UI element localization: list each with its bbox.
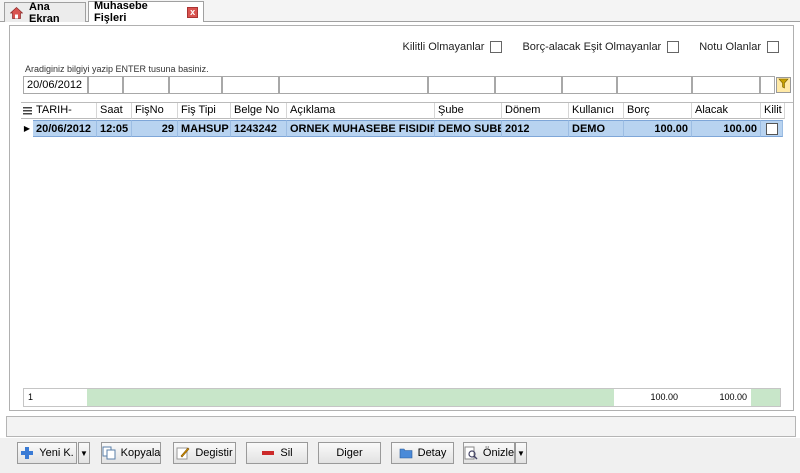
column-header-sube[interactable]: Şube — [435, 103, 502, 119]
filter-input-belgeno[interactable] — [222, 76, 279, 94]
column-header-donem[interactable]: Dönem — [502, 103, 569, 119]
column-header-borc[interactable]: Borç — [624, 103, 692, 119]
cell-sube[interactable]: DEMO SUBE — [435, 120, 502, 137]
diger-button[interactable]: Diger — [318, 442, 381, 464]
filter-input-borc[interactable] — [617, 76, 692, 94]
data-grid: TARIH- Saat FişNo Fiş Tipi Belge No Açık… — [21, 102, 793, 382]
kopyala-label: Kopyala — [120, 447, 161, 459]
filter-borc-alacak-checkbox[interactable] — [667, 41, 680, 53]
column-header-fistipi[interactable]: Fiş Tipi — [178, 103, 231, 119]
tab-label: Muhasebe Fişleri — [94, 0, 148, 24]
edit-icon — [176, 446, 190, 460]
column-header-tarih[interactable]: TARIH- — [33, 103, 97, 119]
degistir-label: Degistir — [195, 447, 233, 459]
filter-input-kilit[interactable] — [760, 76, 775, 94]
column-header-kilit[interactable]: Kilit — [761, 103, 785, 119]
preview-icon — [464, 446, 478, 460]
yeni-kayit-dropdown[interactable]: ▼ — [78, 442, 90, 464]
close-icon[interactable]: x — [187, 6, 198, 18]
filter-notu-label: Notu Olanlar — [699, 41, 761, 53]
plus-icon — [20, 446, 34, 460]
filter-input-alacak[interactable] — [692, 76, 760, 94]
cell-aciklama[interactable]: ORNEK MUHASEBE FISIDIR — [287, 120, 435, 137]
summary-borc: 100.00 — [650, 392, 678, 402]
folder-icon — [399, 446, 413, 460]
current-row-indicator-icon: ▶ — [23, 124, 31, 133]
cell-kullanici[interactable]: DEMO — [569, 120, 624, 137]
column-header-saat[interactable]: Saat — [97, 103, 132, 119]
sil-button[interactable]: Sil — [246, 442, 308, 464]
copy-icon — [102, 446, 116, 460]
tab-muhasebe-fisleri[interactable]: Muhasebe Fişleri x — [88, 0, 204, 24]
column-filter-row: 20/06/2012 — [23, 76, 775, 94]
filter-clear-button[interactable] — [776, 77, 791, 93]
column-chooser-icon[interactable] — [21, 103, 33, 119]
summary-spacer — [87, 389, 614, 406]
filter-input-donem[interactable] — [495, 76, 562, 94]
detay-button[interactable]: Detay — [391, 442, 454, 464]
filter-notu[interactable]: Notu Olanlar — [699, 41, 779, 53]
filter-input-tarih[interactable]: 20/06/2012 — [23, 76, 88, 94]
filter-kilitli-checkbox[interactable] — [490, 41, 503, 53]
filter-kilitli-label: Kilitli Olmayanlar — [402, 41, 485, 53]
filter-kilitli[interactable]: Kilitli Olmayanlar — [403, 41, 503, 53]
filter-input-kullanici[interactable] — [562, 76, 617, 94]
delete-icon — [261, 446, 275, 460]
filter-input-saat[interactable] — [88, 76, 123, 94]
summary-end — [751, 389, 780, 406]
column-header-aciklama[interactable]: Açıklama — [287, 103, 435, 119]
column-header-belgeno[interactable]: Belge No — [231, 103, 287, 119]
filter-icon — [778, 78, 789, 92]
tab-label: Ana Ekran — [29, 0, 60, 25]
onizle-dropdown[interactable]: ▼ — [515, 442, 527, 464]
kopyala-button[interactable]: Kopyala — [101, 442, 161, 464]
degistir-button[interactable]: Degistir — [173, 442, 236, 464]
onizle-label: Önizle — [482, 447, 515, 459]
main-panel: Kilitli Olmayanlar Borç-alacak Eşit Olma… — [9, 25, 794, 411]
cell-borc[interactable]: 100.00 — [624, 120, 692, 137]
yeni-kayit-label: Yeni K. — [39, 447, 74, 459]
grid-summary-footer: 1 100.00 100.00 — [23, 388, 781, 407]
button-bar: Yeni K. ▼ Kopyala Degistir Sil Diger Det… — [0, 438, 800, 473]
cell-fisno[interactable]: 29 — [132, 120, 178, 137]
filter-input-aciklama[interactable] — [279, 76, 428, 94]
onizle-button[interactable]: Önizle — [463, 442, 515, 464]
detay-label: Detay — [417, 447, 447, 459]
cell-kilit-checkbox[interactable] — [766, 123, 778, 135]
cell-donem[interactable]: 2012 — [502, 120, 569, 137]
cell-fistipi[interactable]: MAHSUP — [178, 120, 231, 137]
tab-bar: Ana Ekran Muhasebe Fişleri x — [0, 0, 800, 25]
column-header-fisno[interactable]: FişNo — [132, 103, 178, 119]
cell-tarih[interactable]: 20/06/2012 — [33, 120, 97, 137]
summary-count: 1 — [28, 392, 34, 402]
yeni-kayit-button[interactable]: Yeni K. — [17, 442, 77, 464]
sil-label: Sil — [280, 447, 293, 459]
diger-label: Diger — [336, 447, 363, 459]
column-header-alacak[interactable]: Alacak — [692, 103, 761, 119]
home-icon — [10, 6, 23, 19]
cell-saat[interactable]: 12:05 — [97, 120, 132, 137]
filter-borc-alacak[interactable]: Borç-alacak Eşit Olmayanlar — [522, 41, 680, 53]
cell-alacak[interactable]: 100.00 — [692, 120, 761, 137]
table-row[interactable]: ▶ 20/06/2012 12:05 29 MAHSUP 1243242 ORN… — [21, 120, 783, 137]
tab-ana-ekran[interactable]: Ana Ekran — [4, 0, 86, 25]
search-hint: Aradiginiz bilgiyi yazip ENTER tusuna ba… — [25, 64, 209, 74]
column-header-kullanici[interactable]: Kullanıcı — [569, 103, 624, 119]
filter-notu-checkbox[interactable] — [767, 41, 779, 53]
filter-borc-alacak-label: Borç-alacak Eşit Olmayanlar — [522, 41, 662, 53]
filter-input-fisno[interactable] — [123, 76, 169, 94]
filter-input-sube[interactable] — [428, 76, 495, 94]
cell-belgeno[interactable]: 1243242 — [231, 120, 287, 137]
status-bar — [6, 416, 796, 437]
filter-options: Kilitli Olmayanlar Borç-alacak Eşit Olma… — [383, 41, 779, 53]
filter-input-fistipi[interactable] — [169, 76, 222, 94]
summary-alacak: 100.00 — [719, 392, 747, 402]
